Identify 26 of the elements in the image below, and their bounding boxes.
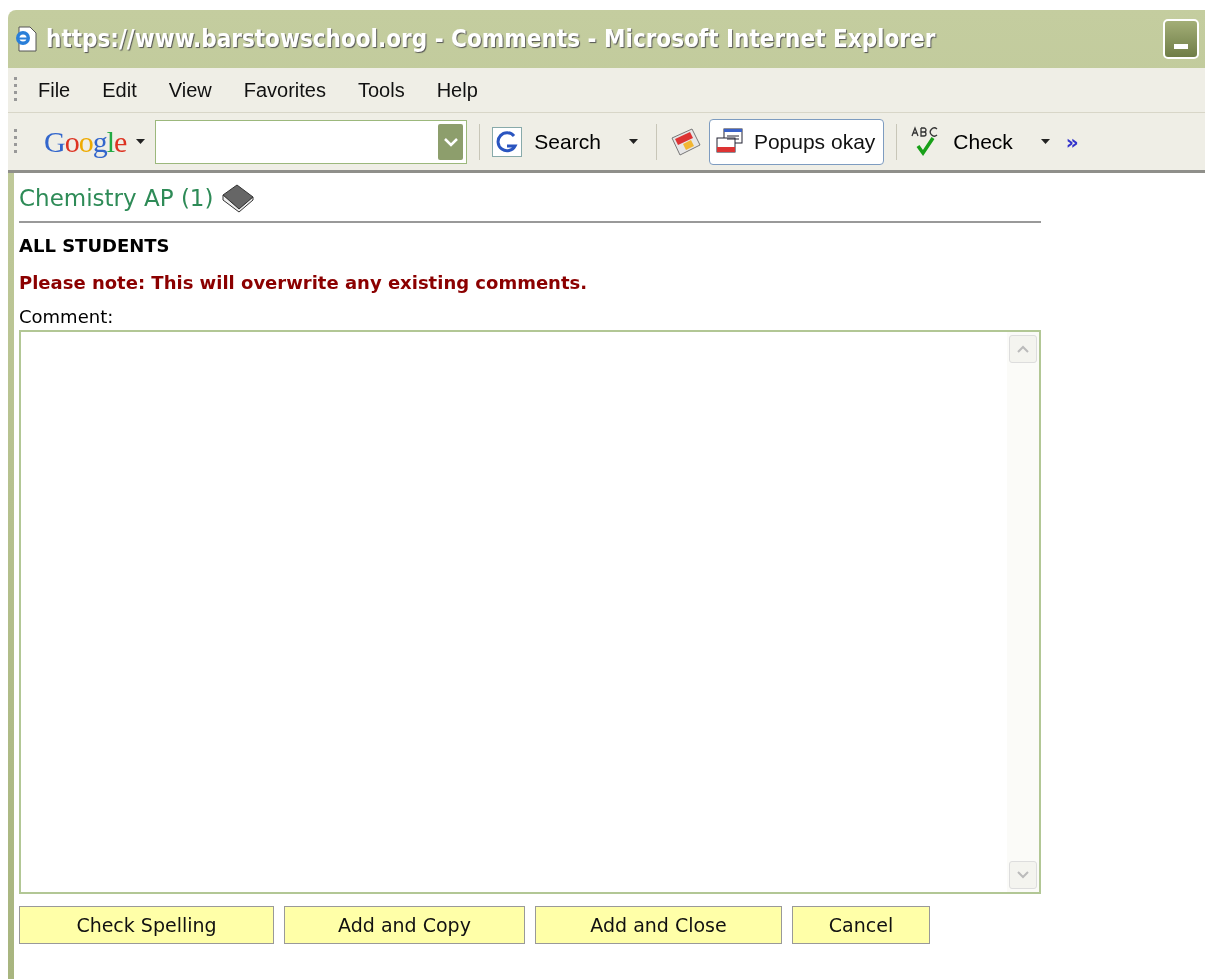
comment-label: Comment:: [19, 306, 115, 327]
google-logo[interactable]: Google: [44, 124, 127, 159]
form-button[interactable]: Add and Close: [535, 906, 782, 944]
window-title: https://www.barstowschool.org - Comments - Microsoft Internet Explorer: [46, 25, 937, 53]
chevron-down-icon: [443, 136, 458, 147]
form-button[interactable]: Cancel: [792, 906, 930, 944]
search-field[interactable]: [155, 119, 468, 164]
chevron-up-icon: [1016, 344, 1030, 354]
caret-icon[interactable]: [1040, 139, 1050, 144]
popup-blocker-button[interactable]: Popups okay: [708, 118, 885, 165]
group-label: ALL STUDENTS: [19, 235, 171, 256]
caret-icon[interactable]: [628, 139, 638, 144]
chevron-down-icon: [1016, 870, 1030, 880]
more-chevron[interactable]: »: [1065, 129, 1079, 154]
g-icon[interactable]: [492, 126, 523, 157]
minimize-button[interactable]: [1163, 19, 1199, 59]
form-button[interactable]: Add and Copy: [284, 906, 525, 944]
browser-icon: [14, 26, 38, 52]
search-button[interactable]: Search: [534, 129, 601, 154]
check-button[interactable]: Check: [953, 129, 1013, 154]
caret-icon[interactable]: [136, 139, 146, 144]
dropdown-button[interactable]: [438, 123, 464, 160]
course-heading: Chemistry AP (1): [19, 185, 214, 211]
form-button[interactable]: Check Spelling: [19, 906, 274, 944]
book-icon[interactable]: [221, 183, 256, 213]
warning-text: Please note: This will overwrite any existing comments.: [19, 272, 589, 293]
